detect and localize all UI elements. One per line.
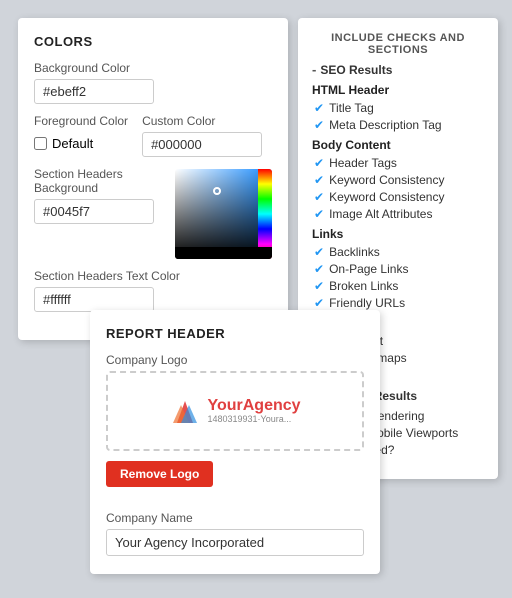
fg-default-checkbox[interactable] xyxy=(34,137,47,150)
check-label: Keyword Consistency xyxy=(329,190,444,204)
section-headers-text-input[interactable] xyxy=(34,287,154,312)
check-icon: ✔ xyxy=(314,118,324,132)
section-headers-bg-input[interactable] xyxy=(34,199,154,224)
fg-default-checkbox-row: Default xyxy=(34,136,128,151)
colorpicker-gradient xyxy=(175,169,272,259)
check-meta-desc: ✔ Meta Description Tag xyxy=(312,118,484,132)
custom-color-label: Custom Color xyxy=(142,114,262,128)
custom-color-group: Custom Color xyxy=(142,114,262,157)
checks-panel-title: INCLUDE CHECKS AND SECTIONS xyxy=(312,32,484,56)
logo-upload-area[interactable]: YourAgency 1480319931·Youra... xyxy=(106,371,364,451)
logo-brand-agency: Agency xyxy=(243,397,301,414)
check-icon: ✔ xyxy=(314,207,324,221)
seo-section-name: SEO Results xyxy=(320,63,392,77)
body-content-title: Body Content xyxy=(312,138,484,152)
check-image-alt: ✔ Image Alt Attributes xyxy=(312,207,484,221)
logo-brand-your: Your xyxy=(207,397,242,414)
check-title-tag: ✔ Title Tag xyxy=(312,101,484,115)
colors-panel-title: COLORS xyxy=(34,34,272,49)
section-headers-text-group: Section Headers Text Color xyxy=(34,269,272,312)
custom-color-input[interactable] xyxy=(142,132,262,157)
logo-sub: 1480319931·Youra... xyxy=(207,415,300,425)
check-icon: ✔ xyxy=(314,190,324,204)
fg-color-label: Foreground Color xyxy=(34,114,128,128)
html-header-group: HTML Header ✔ Title Tag ✔ Meta Descripti… xyxy=(312,83,484,132)
check-label: Meta Description Tag xyxy=(329,118,442,132)
check-header-tags: ✔ Header Tags xyxy=(312,156,484,170)
check-onpage-links: ✔ On-Page Links xyxy=(312,262,484,276)
check-label: Broken Links xyxy=(329,279,398,293)
report-panel-title: REPORT HEADER xyxy=(106,326,364,341)
check-label: Keyword Consistency xyxy=(329,173,444,187)
seo-toggle-dash: - xyxy=(312,62,316,77)
section-headers-bg-group: Section Headers Background xyxy=(34,167,161,224)
colorpicker-black-strip xyxy=(175,247,272,259)
remove-logo-button[interactable]: Remove Logo xyxy=(106,461,213,487)
links-title: Links xyxy=(312,227,484,241)
check-label: Backlinks xyxy=(329,245,380,259)
logo-brand: YourAgency xyxy=(207,397,300,415)
bg-color-label: Background Color xyxy=(34,61,272,75)
check-icon: ✔ xyxy=(314,262,324,276)
company-logo-label: Company Logo xyxy=(106,353,364,367)
fg-color-group: Foreground Color Default xyxy=(34,114,128,151)
check-label: Image Alt Attributes xyxy=(329,207,432,221)
logo-image: YourAgency 1480319931·Youra... xyxy=(169,395,300,427)
seo-section-toggle[interactable]: - SEO Results xyxy=(312,62,484,77)
section-headers-bg-label: Section Headers Background xyxy=(34,167,161,195)
check-icon: ✔ xyxy=(314,279,324,293)
check-icon: ✔ xyxy=(314,296,324,310)
check-label: Header Tags xyxy=(329,156,397,170)
check-label: Friendly URLs xyxy=(329,296,405,310)
colors-panel: COLORS Background Color Foreground Color… xyxy=(18,18,288,340)
check-icon: ✔ xyxy=(314,245,324,259)
colorpicker-dot xyxy=(213,187,221,195)
report-header-panel: REPORT HEADER Company Logo YourAgency 14… xyxy=(90,310,380,574)
check-keyword-consistency-1: ✔ Keyword Consistency xyxy=(312,173,484,187)
check-icon: ✔ xyxy=(314,173,324,187)
company-name-input[interactable] xyxy=(106,529,364,556)
body-content-group: Body Content ✔ Header Tags ✔ Keyword Con… xyxy=(312,138,484,221)
html-header-title: HTML Header xyxy=(312,83,484,97)
check-label: On-Page Links xyxy=(329,262,408,276)
check-friendly-urls: ✔ Friendly URLs xyxy=(312,296,484,310)
check-backlinks: ✔ Backlinks xyxy=(312,245,484,259)
check-icon: ✔ xyxy=(314,156,324,170)
company-name-label: Company Name xyxy=(106,511,364,525)
bg-color-group: Background Color xyxy=(34,61,272,104)
check-label: Title Tag xyxy=(329,101,374,115)
check-broken-links: ✔ Broken Links xyxy=(312,279,484,293)
fg-custom-row: Foreground Color Default Custom Color xyxy=(34,114,272,157)
colorpicker-area[interactable] xyxy=(175,169,272,259)
section-headers-text-label: Section Headers Text Color xyxy=(34,269,272,283)
check-keyword-consistency-2: ✔ Keyword Consistency xyxy=(312,190,484,204)
colorpicker-hue-strip[interactable] xyxy=(258,169,272,259)
logo-text-block: YourAgency 1480319931·Youra... xyxy=(207,397,300,424)
section-header-bg-row: Section Headers Background xyxy=(34,167,272,259)
bg-color-input[interactable] xyxy=(34,79,154,104)
fg-default-label: Default xyxy=(52,136,93,151)
check-icon: ✔ xyxy=(314,101,324,115)
logo-svg-icon xyxy=(169,395,201,427)
links-group: Links ✔ Backlinks ✔ On-Page Links ✔ Brok… xyxy=(312,227,484,310)
